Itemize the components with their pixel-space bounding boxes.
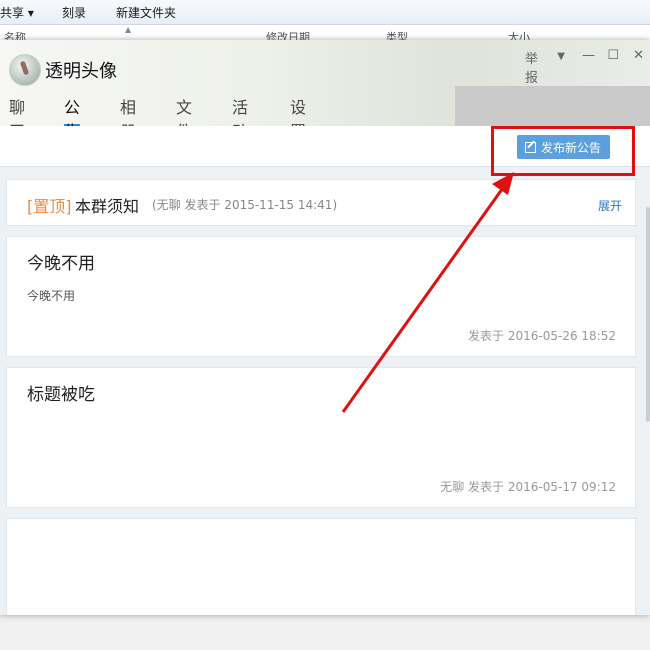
arrow-shaft [341, 184, 507, 413]
annotation-arrow [341, 172, 514, 413]
arrow-head [492, 172, 514, 195]
